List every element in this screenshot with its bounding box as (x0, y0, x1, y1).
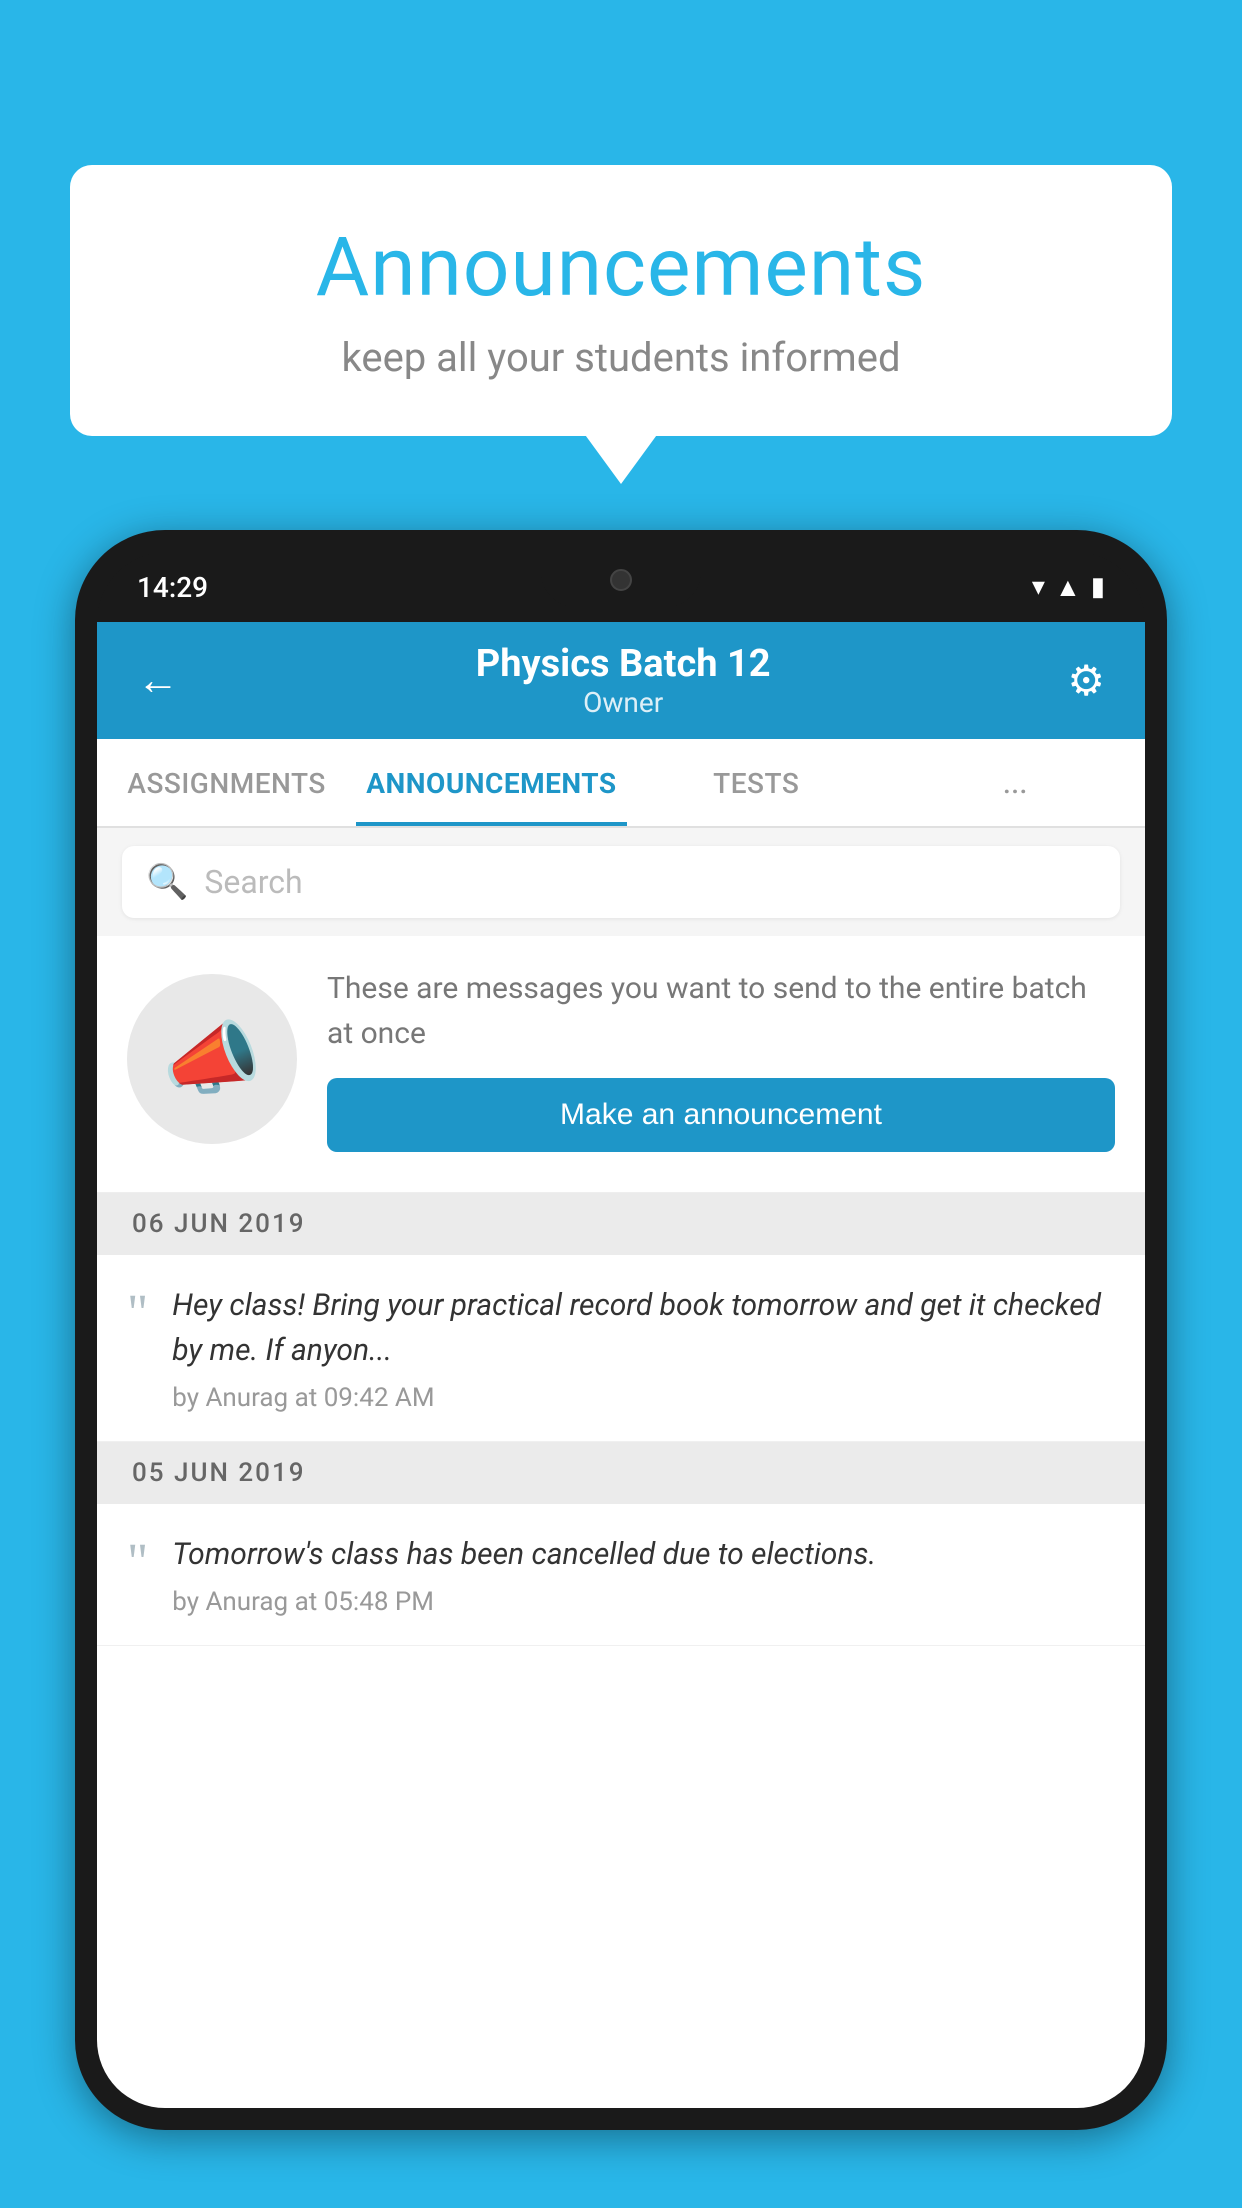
back-button[interactable]: ← (137, 656, 179, 705)
notch-cutout (541, 552, 701, 607)
batch-role: Owner (476, 686, 771, 719)
batch-title: Physics Batch 12 (476, 642, 771, 686)
search-icon: 🔍 (146, 862, 188, 902)
phone-wrapper: 14:29 ▾ ▲ ▮ ← Physics Batch 12 Owner ⚙ (75, 530, 1167, 2208)
announcements-subtitle: keep all your students informed (120, 334, 1122, 381)
phone-screen: ← Physics Batch 12 Owner ⚙ ASSIGNMENTS A… (97, 622, 1145, 2108)
promo-block: 📣 These are messages you want to send to… (97, 936, 1145, 1193)
tab-more[interactable]: ... (886, 739, 1145, 826)
announcement-meta-2: by Anurag at 05:48 PM (172, 1587, 876, 1617)
search-placeholder: Search (204, 863, 302, 901)
status-bar: 14:29 ▾ ▲ ▮ (97, 552, 1145, 622)
phone-outer: 14:29 ▾ ▲ ▮ ← Physics Batch 12 Owner ⚙ (75, 530, 1167, 2130)
announcement-text-1: Hey class! Bring your practical record b… (172, 1283, 1115, 1373)
tab-assignments[interactable]: ASSIGNMENTS (97, 739, 356, 826)
search-bar[interactable]: 🔍 Search (122, 846, 1120, 918)
date-header-2: 05 JUN 2019 (97, 1442, 1145, 1504)
tab-tests[interactable]: TESTS (627, 739, 886, 826)
announcement-meta-1: by Anurag at 09:42 AM (172, 1383, 1115, 1413)
tabs-bar: ASSIGNMENTS ANNOUNCEMENTS TESTS ... (97, 739, 1145, 828)
announcement-text-2: Tomorrow's class has been cancelled due … (172, 1532, 876, 1577)
make-announcement-button[interactable]: Make an announcement (327, 1078, 1115, 1152)
battery-icon: ▮ (1091, 572, 1105, 602)
date-header-1: 06 JUN 2019 (97, 1193, 1145, 1255)
promo-right: These are messages you want to send to t… (327, 966, 1115, 1152)
quote-icon-1: " (127, 1288, 148, 1340)
speech-bubble: Announcements keep all your students inf… (70, 165, 1172, 436)
announcement-content-2: Tomorrow's class has been cancelled due … (172, 1532, 876, 1617)
camera-dot (610, 569, 632, 591)
announcement-content-1: Hey class! Bring your practical record b… (172, 1283, 1115, 1413)
app-header: ← Physics Batch 12 Owner ⚙ (97, 622, 1145, 739)
megaphone-icon: 📣 (162, 1012, 262, 1106)
promo-icon-circle: 📣 (127, 974, 297, 1144)
status-icons: ▾ ▲ ▮ (1032, 572, 1105, 603)
quote-icon-2: " (127, 1537, 148, 1589)
tab-announcements[interactable]: ANNOUNCEMENTS (356, 739, 626, 826)
wifi-icon: ▾ (1032, 572, 1045, 602)
signal-icon: ▲ (1055, 572, 1081, 603)
settings-icon[interactable]: ⚙ (1067, 656, 1105, 706)
status-time: 14:29 (137, 571, 208, 604)
announcements-title: Announcements (120, 220, 1122, 316)
speech-bubble-container: Announcements keep all your students inf… (70, 165, 1172, 436)
announcement-item-2: " Tomorrow's class has been cancelled du… (97, 1504, 1145, 1646)
header-title-block: Physics Batch 12 Owner (476, 642, 771, 719)
announcement-item-1: " Hey class! Bring your practical record… (97, 1255, 1145, 1442)
promo-description: These are messages you want to send to t… (327, 966, 1115, 1056)
search-bar-wrap: 🔍 Search (97, 828, 1145, 936)
